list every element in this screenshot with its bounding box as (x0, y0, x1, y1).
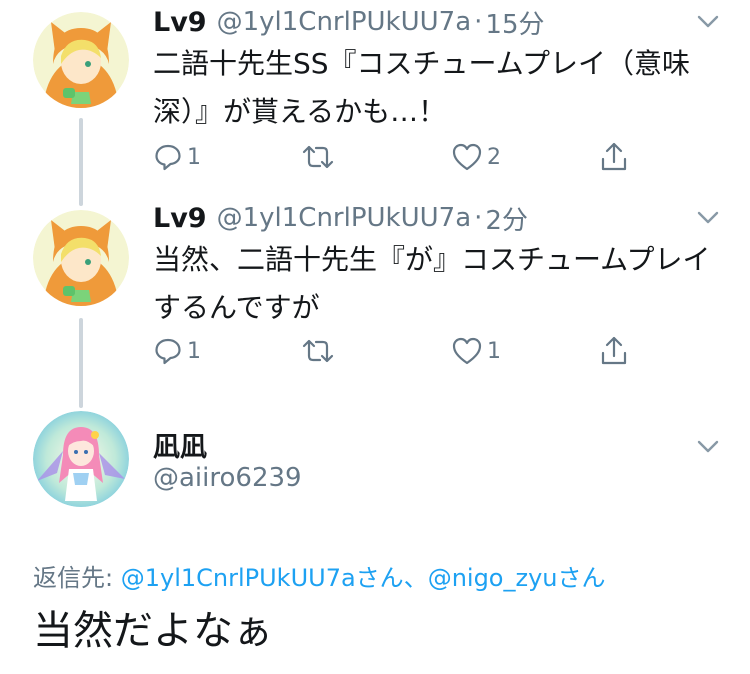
pink-hair-character-avatar-icon (33, 411, 129, 507)
reply-count: 1 (187, 144, 201, 170)
focused-tweet: 凪凪 @aiiro6239 返信先: @1yl1CnrlPUkUU7aさん、@n… (0, 405, 750, 674)
display-name[interactable]: Lv9 (153, 7, 207, 38)
separator: · (474, 203, 483, 233)
heart-icon (452, 143, 482, 171)
timestamp[interactable]: 15分 (485, 4, 544, 41)
user-handle[interactable]: @1yl1CnrlPUkUU7a (217, 203, 472, 233)
thread-line (79, 318, 83, 408)
hooded-character-avatar-icon (33, 12, 129, 108)
like-count: 1 (487, 338, 501, 364)
avatar[interactable] (33, 12, 129, 108)
tweet-actions: 1 1 (153, 333, 673, 369)
like-count: 2 (487, 144, 501, 170)
mention-link[interactable]: @1yl1CnrlPUkUU7aさん (121, 564, 404, 592)
reply-button[interactable]: 1 (153, 139, 201, 175)
share-button[interactable] (599, 333, 629, 369)
like-button[interactable]: 1 (451, 333, 501, 369)
heart-icon (452, 337, 482, 365)
share-icon (601, 142, 627, 171)
mention-link[interactable]: @nigo_zyuさん (428, 564, 606, 592)
replying-to-label: 返信先: (33, 564, 121, 592)
retweet-button[interactable] (301, 139, 339, 175)
avatar[interactable] (33, 411, 129, 507)
display-name[interactable]: Lv9 (153, 203, 207, 234)
avatar[interactable] (33, 210, 129, 306)
reply-count: 1 (187, 338, 201, 364)
hooded-character-avatar-icon (33, 210, 129, 306)
replying-to: 返信先: @1yl1CnrlPUkUU7aさん、@nigo_zyuさん (33, 558, 606, 593)
tweet-actions: 1 2 (153, 139, 673, 175)
retweet-icon (302, 145, 334, 169)
reply-button[interactable]: 1 (153, 333, 201, 369)
tweet-text: 当然、二語十先生『が』コスチュームプレイ するんですが (153, 243, 711, 324)
user-handle[interactable]: @1yl1CnrlPUkUU7a (217, 7, 472, 37)
chevron-down-icon[interactable] (696, 439, 720, 455)
tweet-text: 当然だよなぁ (33, 608, 273, 654)
retweet-button[interactable] (301, 333, 339, 369)
retweet-icon (302, 339, 334, 363)
timestamp[interactable]: 2分 (485, 200, 528, 237)
share-button[interactable] (599, 139, 629, 175)
tweet-header: Lv9 @1yl1CnrlPUkUU7a · 2分 (153, 200, 528, 236)
display-name[interactable]: 凪凪 (153, 425, 207, 464)
chevron-down-icon[interactable] (696, 14, 720, 30)
user-handle[interactable]: @aiiro6239 (153, 463, 302, 493)
chevron-down-icon[interactable] (696, 210, 720, 226)
mention-separator: 、 (403, 564, 428, 592)
tweet-header: Lv9 @1yl1CnrlPUkUU7a · 15分 (153, 4, 545, 40)
tweet-text: 二語十先生SS『コスチュームプレイ（意味 深）』が貰えるかも…！ (153, 47, 691, 128)
share-icon (601, 336, 627, 365)
reply-icon (155, 338, 181, 365)
separator: · (474, 7, 483, 37)
like-button[interactable]: 2 (451, 139, 501, 175)
thread-line (79, 118, 83, 206)
reply-icon (155, 144, 181, 171)
